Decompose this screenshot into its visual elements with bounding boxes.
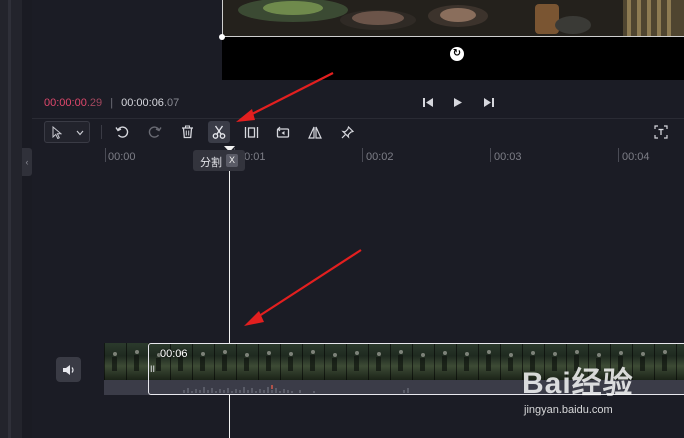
ruler-tick [105,148,106,162]
toolbar-divider [32,118,684,119]
current-time: 00:00:00 [44,97,87,109]
watermark-url: jingyan.baidu.com [524,404,613,416]
split-button[interactable] [208,121,230,143]
reverse-button[interactable] [272,121,294,143]
ruler-label: 00:03 [494,151,522,163]
text-recognize-button[interactable] [650,121,672,143]
pin-icon [340,125,354,139]
baidu-jingyan-watermark: Bai经验 jingyan.baidu.com [522,358,682,426]
ruler-label: 00:04 [622,151,650,163]
preview-image [223,0,684,36]
scissors-icon [212,125,226,139]
playback-controls [422,96,494,108]
resize-handle[interactable] [219,34,225,40]
speaker-icon [63,364,74,375]
select-tool-dropdown[interactable] [44,121,90,143]
clip-duration-label: 00:06 [160,348,188,360]
skip-forward-icon[interactable] [482,96,494,108]
total-frames: .07 [163,97,180,109]
delete-button[interactable] [176,121,198,143]
pointer-icon [52,126,62,139]
redo-icon [148,126,162,138]
undo-icon [115,126,129,138]
ruler-tick [618,148,619,162]
play-icon[interactable] [452,96,464,108]
collapse-panel-handle-icon[interactable]: ‹ [22,148,32,176]
toolbar-separator [101,125,102,139]
freeze-frame-button[interactable] [240,121,262,143]
trash-icon [181,125,193,139]
chevron-down-icon [76,130,84,136]
track-audio-toggle[interactable] [56,357,81,382]
mirror-button[interactable] [304,121,326,143]
freeze-frame-icon [244,126,258,138]
clip-trim-handle[interactable]: II [150,364,155,374]
left-sidebar-rail [0,0,22,438]
video-preview-frame [222,0,684,37]
watermark-logo: Bai经验 [522,367,634,400]
edit-toolbar [44,121,684,143]
ruler-label: 00:02 [366,151,394,163]
timecode-display: 00:00:00.29 | 00:00:06.07 [44,97,179,109]
reverse-icon [276,126,290,138]
pin-button[interactable] [336,121,358,143]
total-time: 00:00:06 [121,97,164,109]
ruler-tick [362,148,363,162]
timecode-separator: | [110,97,114,109]
undo-button[interactable] [111,121,133,143]
tooltip-shortcut-key: X [226,154,238,167]
timeline-ruler[interactable]: 00:00 00:01 00:02 00:03 00:04 [104,148,684,164]
sidebar-scrollbar[interactable] [8,0,11,438]
redo-button[interactable] [144,121,166,143]
skip-back-icon[interactable] [422,96,434,108]
rotate-icon[interactable]: ↻ [450,47,464,61]
ruler-label: 00:00 [108,151,136,163]
tooltip-label: 分割 [200,157,222,169]
ruler-tick [490,148,491,162]
mirror-icon [308,126,322,139]
current-frames: .29 [86,97,103,109]
split-tooltip: 分割 X [193,150,245,171]
text-recognize-icon [654,125,668,139]
